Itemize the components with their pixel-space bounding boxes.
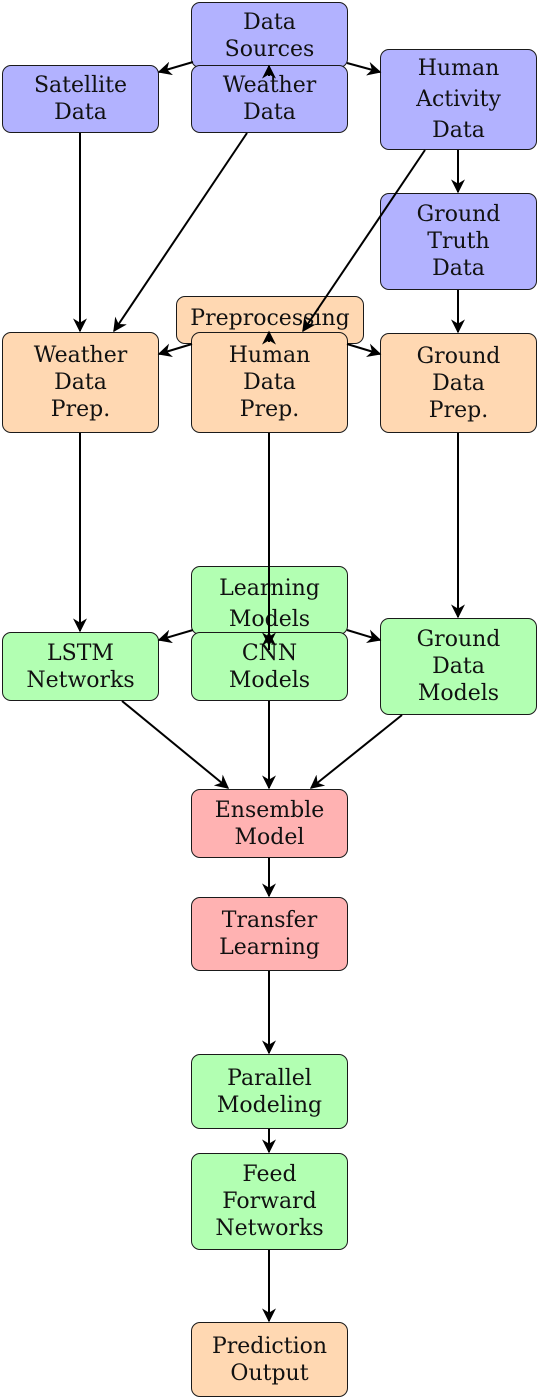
edge-learning-models-to-ground-data-models xyxy=(346,629,382,644)
node-data-sources[interactable]: Data Sources xyxy=(191,2,348,68)
node-learning-models[interactable]: Learning Models xyxy=(191,566,348,635)
node-lstm-networks[interactable]: LSTM Networks xyxy=(2,632,159,701)
node-transfer-learning[interactable]: Transfer Learning xyxy=(191,897,348,971)
edge-preprocessing-to-weather-data-prep xyxy=(157,343,193,358)
node-human-activity-data[interactable]: Human Activity Data xyxy=(380,49,537,150)
flowchart-canvas: Data Sources Satellite Data Weather Data… xyxy=(0,0,538,1398)
node-feed-forward-networks[interactable]: Feed Forward Networks xyxy=(191,1153,348,1250)
node-ensemble-model[interactable]: Ensemble Model xyxy=(191,789,348,858)
node-human-data-prep[interactable]: Human Data Prep. xyxy=(191,332,348,433)
node-ground-data-prep[interactable]: Ground Data Prep. xyxy=(380,333,537,433)
edge-data-sources-to-human-activity-data xyxy=(346,61,382,76)
node-weather-data-prep[interactable]: Weather Data Prep. xyxy=(2,332,159,433)
edge-lstm-networks-to-ensemble-model xyxy=(121,700,230,789)
edge-ground-data-models-to-ensemble-model xyxy=(309,714,403,789)
node-ground-truth-data[interactable]: Ground Truth Data xyxy=(380,193,537,290)
node-satellite-data[interactable]: Satellite Data xyxy=(2,65,159,133)
node-ground-data-models[interactable]: Ground Data Models xyxy=(380,618,537,715)
node-weather-data[interactable]: Weather Data xyxy=(191,65,348,133)
edge-preprocessing-to-ground-data-prep xyxy=(346,343,382,358)
node-prediction-output[interactable]: Prediction Output xyxy=(191,1322,348,1397)
edge-learning-models-to-lstm-networks xyxy=(157,629,194,644)
node-parallel-modeling[interactable]: Parallel Modeling xyxy=(191,1054,348,1129)
edge-data-sources-to-satellite-data xyxy=(157,61,194,76)
node-cnn-models[interactable]: CNN Models xyxy=(191,632,348,701)
